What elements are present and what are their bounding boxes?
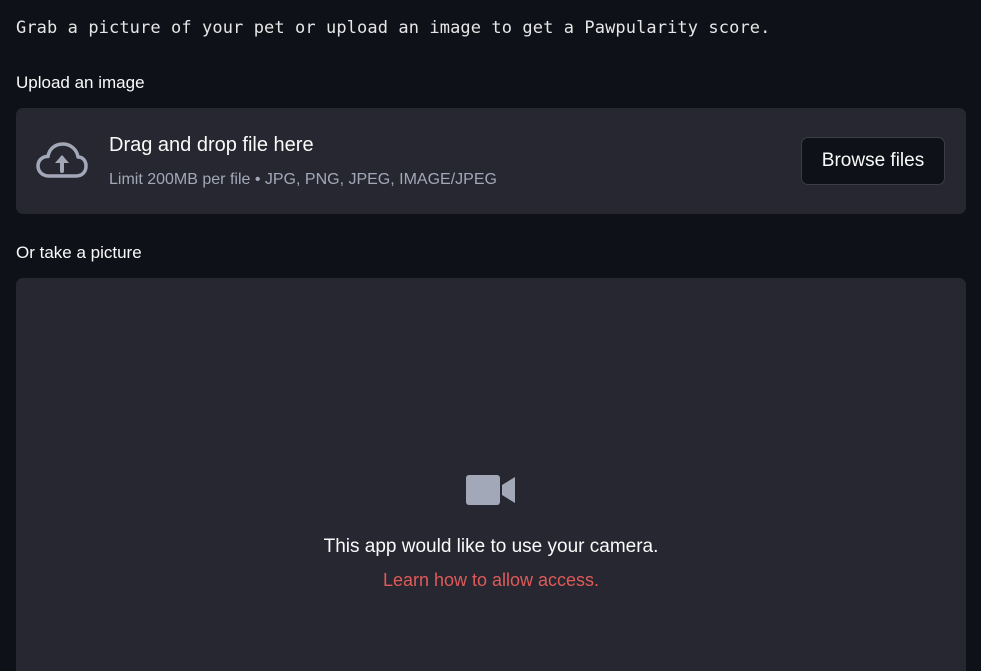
video-camera-icon — [466, 475, 515, 505]
browse-files-button[interactable]: Browse files — [801, 137, 945, 185]
upload-section-label: Upload an image — [16, 73, 145, 92]
dropzone-title: Drag and drop file here — [109, 134, 314, 156]
dropzone-hint: Limit 200MB per file • JPG, PNG, JPEG, I… — [109, 171, 497, 188]
camera-section-label: Or take a picture — [16, 243, 142, 262]
app-page: Grab a picture of your pet or upload an … — [0, 0, 981, 671]
intro-text: Grab a picture of your pet or upload an … — [16, 18, 771, 38]
learn-allow-access-link[interactable]: Learn how to allow access. — [383, 570, 599, 590]
cloud-upload-icon — [36, 142, 88, 178]
camera-access-link-row: Learn how to allow access. — [16, 570, 966, 591]
camera-permission-message: This app would like to use your camera. — [323, 536, 659, 557]
file-dropzone[interactable]: Drag and drop file here Limit 200MB per … — [16, 108, 966, 214]
camera-input-panel: This app would like to use your camera. … — [16, 278, 966, 671]
